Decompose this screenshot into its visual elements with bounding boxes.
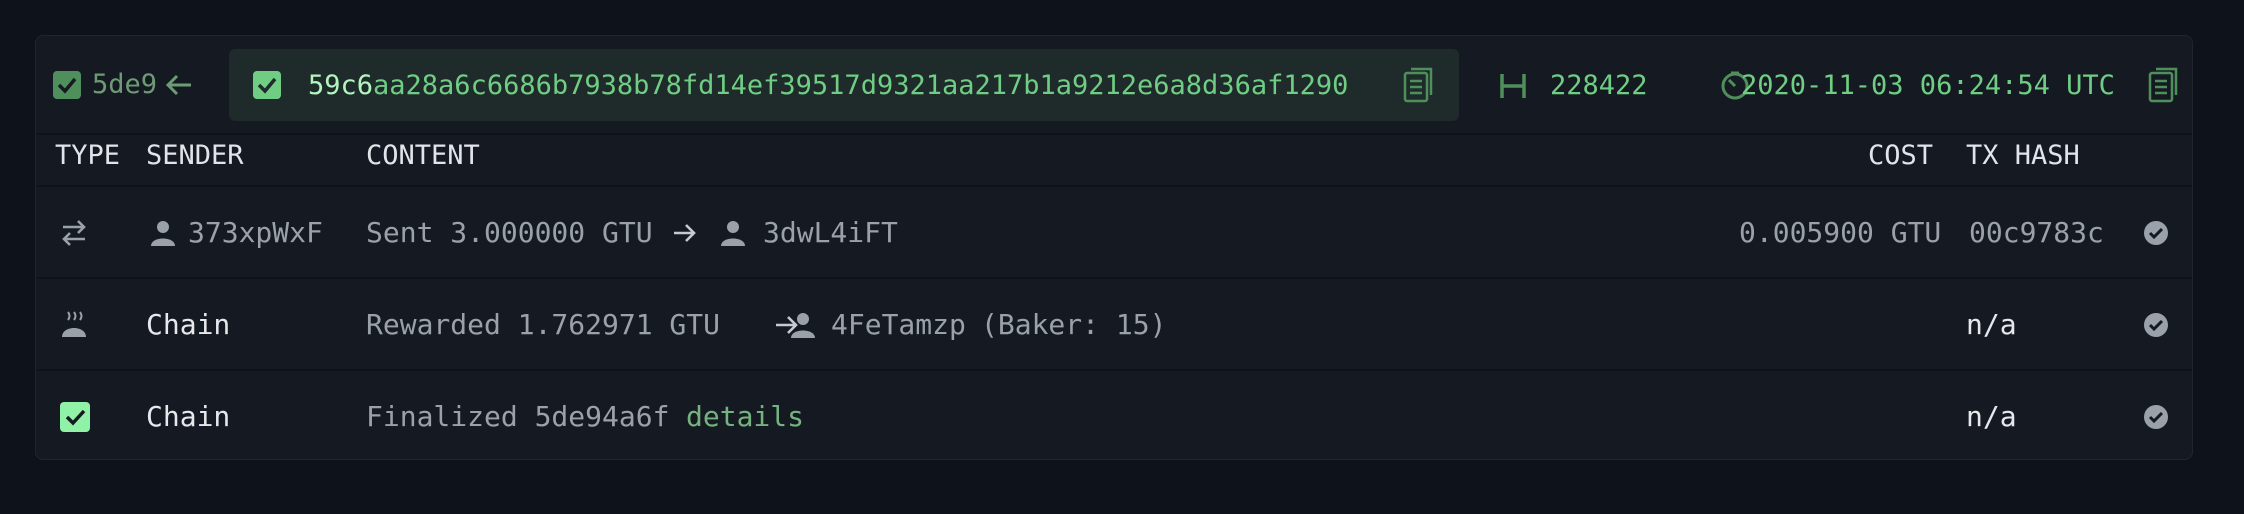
- table-row: Chain Rewarded 1.762971 GTU 4FeTamzp (Ba…: [36, 279, 2192, 371]
- baker-id: (Baker: 15): [981, 308, 1167, 341]
- user-icon: [721, 221, 745, 246]
- tx-hash: n/a: [1966, 308, 2017, 341]
- parent-block-short[interactable]: 5de9: [92, 71, 157, 98]
- arrow-right-icon: [674, 224, 696, 242]
- check-circle-icon: [2144, 221, 2168, 245]
- divider: [36, 133, 2192, 135]
- user-icon: [151, 221, 175, 246]
- block-hash-box: 59c6aa28a6c6686b7938b78fd14ef39517d9321a…: [229, 49, 1459, 121]
- check-circle-icon: [2144, 405, 2168, 429]
- table-row: 373xpWxF Sent 3.000000 GTU 3dwL4iFT 0.00…: [36, 187, 2192, 279]
- column-header-tx-hash: TX HASH: [1966, 140, 2080, 171]
- block-hash-prefix: 59c6: [308, 70, 374, 101]
- content-action: Sent 3.000000 GTU: [366, 216, 653, 249]
- checkbox-checked-icon: [53, 71, 81, 99]
- sender-account: Chain: [146, 308, 231, 341]
- block-timestamp: 2020-11-03 06:24:54 UTC: [1741, 70, 2115, 101]
- block-hash[interactable]: 59c6aa28a6c6686b7938b78fd14ef39517d9321a…: [308, 72, 1348, 99]
- sender-account[interactable]: 373xpWxF: [188, 219, 323, 247]
- arrow-left-icon[interactable]: [164, 72, 194, 98]
- column-header-content: CONTENT: [366, 140, 480, 171]
- block-hash-rest: aa28a6c6686b7938b78fd14ef39517d9321aa217…: [373, 70, 1349, 101]
- height-icon: [1500, 74, 1526, 98]
- column-header-type: TYPE: [55, 140, 121, 171]
- sender-account: Chain: [146, 400, 231, 433]
- copy-icon[interactable]: [1403, 67, 1433, 103]
- content-action: Finalized 5de94a6f: [366, 400, 670, 433]
- checkbox-checked-icon: [60, 402, 90, 432]
- column-header-cost: COST: [1868, 140, 1934, 171]
- user-icon: [791, 313, 815, 338]
- block-header: 5de9 59c6aa28a6c6686b7938b78fd14ef39517d…: [36, 36, 2192, 134]
- recipient-account[interactable]: 3dwL4iFT: [763, 219, 898, 247]
- tx-hash[interactable]: 00c9783c: [1969, 219, 2104, 247]
- column-header-sender: SENDER: [146, 140, 244, 171]
- checkbox-checked-icon: [253, 71, 281, 99]
- block-height: 228422: [1550, 70, 1648, 101]
- transfer-icon: [62, 220, 86, 246]
- transaction-cost: 0.005900 GTU: [1739, 216, 1942, 249]
- baker-icon: [62, 311, 86, 337]
- check-circle-icon: [2144, 313, 2168, 337]
- details-link[interactable]: details: [686, 403, 804, 431]
- recipient-account[interactable]: 4FeTamzp: [831, 311, 966, 339]
- block-panel: 5de9 59c6aa28a6c6686b7938b78fd14ef39517d…: [35, 35, 2193, 460]
- copy-icon[interactable]: [2148, 67, 2178, 103]
- content-action: Rewarded 1.762971 GTU: [366, 308, 721, 341]
- table-row: Chain Finalized 5de94a6f details n/a: [36, 371, 2192, 459]
- tx-hash: n/a: [1966, 400, 2017, 433]
